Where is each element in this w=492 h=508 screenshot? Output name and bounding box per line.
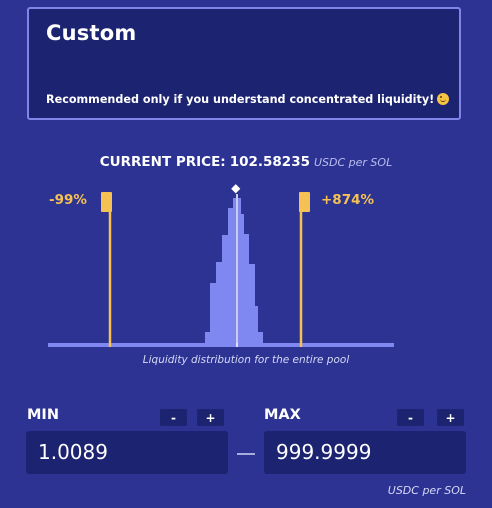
max-price-input[interactable]: 999.9999 xyxy=(264,431,466,474)
card-note: Recommended only if you understand conce… xyxy=(46,93,450,106)
liquidity-bar xyxy=(210,283,216,346)
min-decrement-button[interactable]: - xyxy=(160,409,187,426)
custom-range-card[interactable]: Custom Recommended only if you understan… xyxy=(27,7,461,120)
current-price: CURRENT PRICE: 102.58235 USDC per SOL xyxy=(0,151,492,170)
liquidity-bar xyxy=(263,343,300,346)
liquidity-bar xyxy=(258,332,263,346)
liquidity-bar xyxy=(205,332,210,346)
liquidity-bar xyxy=(175,343,205,346)
liquidity-bar xyxy=(255,306,258,346)
card-note-text: Recommended only if you understand conce… xyxy=(46,93,435,106)
liquidity-bar xyxy=(241,214,244,346)
max-increment-button[interactable]: + xyxy=(437,409,464,426)
lower-range-handle[interactable] xyxy=(101,192,112,347)
current-price-unit: USDC per SOL xyxy=(313,156,393,169)
range-separator xyxy=(237,453,255,455)
current-price-marker xyxy=(231,184,241,194)
liquidity-bar xyxy=(244,234,249,346)
range-unit-label: USDC per SOL xyxy=(387,484,466,497)
min-price-input[interactable]: 1.0089 xyxy=(26,431,228,474)
min-increment-button[interactable]: + xyxy=(197,409,224,426)
liquidity-bar xyxy=(228,208,233,346)
current-price-label: CURRENT PRICE: xyxy=(99,154,226,170)
min-label: MIN xyxy=(27,407,59,423)
smiley-face-icon xyxy=(437,93,450,105)
liquidity-bar xyxy=(222,235,228,346)
liquidity-bar xyxy=(249,264,255,346)
liquidity-bar xyxy=(233,198,236,346)
current-price-value: 102.58235 xyxy=(229,154,310,170)
liquidity-bar xyxy=(238,198,241,346)
liquidity-bar xyxy=(216,262,222,346)
liquidity-chart xyxy=(48,184,394,347)
card-title: Custom xyxy=(46,21,137,45)
chart-caption: Liquidity distribution for the entire po… xyxy=(142,354,350,366)
upper-range-handle[interactable] xyxy=(299,192,310,347)
max-decrement-button[interactable]: - xyxy=(397,409,424,426)
max-label: MAX xyxy=(264,407,301,423)
